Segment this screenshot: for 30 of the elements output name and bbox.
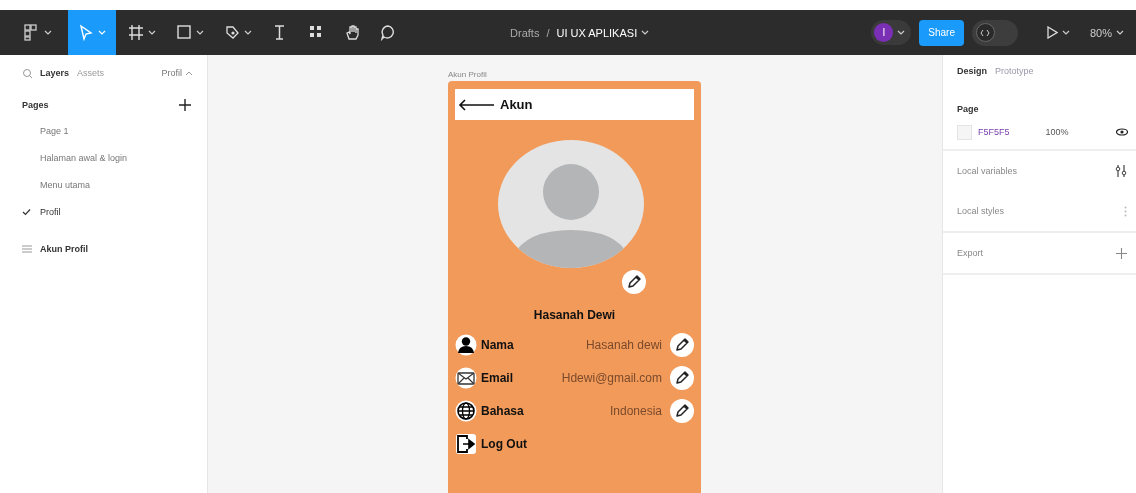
page-item[interactable]: Halaman awal & login: [0, 144, 207, 171]
opacity-field[interactable]: 100%: [1045, 127, 1069, 137]
field-value: Hdewi@gmail.com: [561, 370, 662, 385]
field-label[interactable]: Log Out: [481, 436, 527, 451]
field-value: Hasanah dewi: [585, 337, 662, 352]
section-heading[interactable]: Export: [957, 248, 983, 258]
file-name-button[interactable]: UI UX APLIKASI: [556, 26, 650, 39]
field-label: Bahasa: [481, 403, 524, 418]
field-label: Email: [481, 370, 513, 385]
frame-label[interactable]: Akun Profil: [448, 70, 487, 79]
breadcrumb-link[interactable]: Drafts: [510, 26, 540, 39]
color-hex-field[interactable]: F5F5F5: [978, 127, 1010, 137]
zoom-menu-button[interactable]: 80%: [1083, 19, 1130, 46]
panel-tab[interactable]: Layers: [40, 68, 70, 78]
panel-tab[interactable]: Design: [957, 66, 987, 82]
breadcrumb-separator: /: [546, 26, 550, 39]
user-avatar-button[interactable]: I: [871, 20, 912, 45]
field-value: Indonesia: [609, 403, 662, 418]
user-name: Hasanah Dewi: [533, 308, 616, 322]
page-item[interactable]: Menu utama: [0, 171, 207, 198]
page-picker[interactable]: Profil: [161, 68, 193, 78]
section-heading[interactable]: Local variables: [957, 166, 1018, 176]
page-item[interactable]: Page 1: [0, 117, 207, 144]
section-heading: Page: [957, 104, 979, 114]
section-heading: Pages: [22, 100, 49, 110]
field-label: Nama: [481, 337, 514, 352]
page-item[interactable]: Profil: [0, 198, 207, 225]
section-heading[interactable]: Local styles: [957, 206, 1005, 216]
layer-item[interactable]: Akun Profil: [0, 239, 207, 259]
screen-title: Akun: [500, 97, 533, 112]
